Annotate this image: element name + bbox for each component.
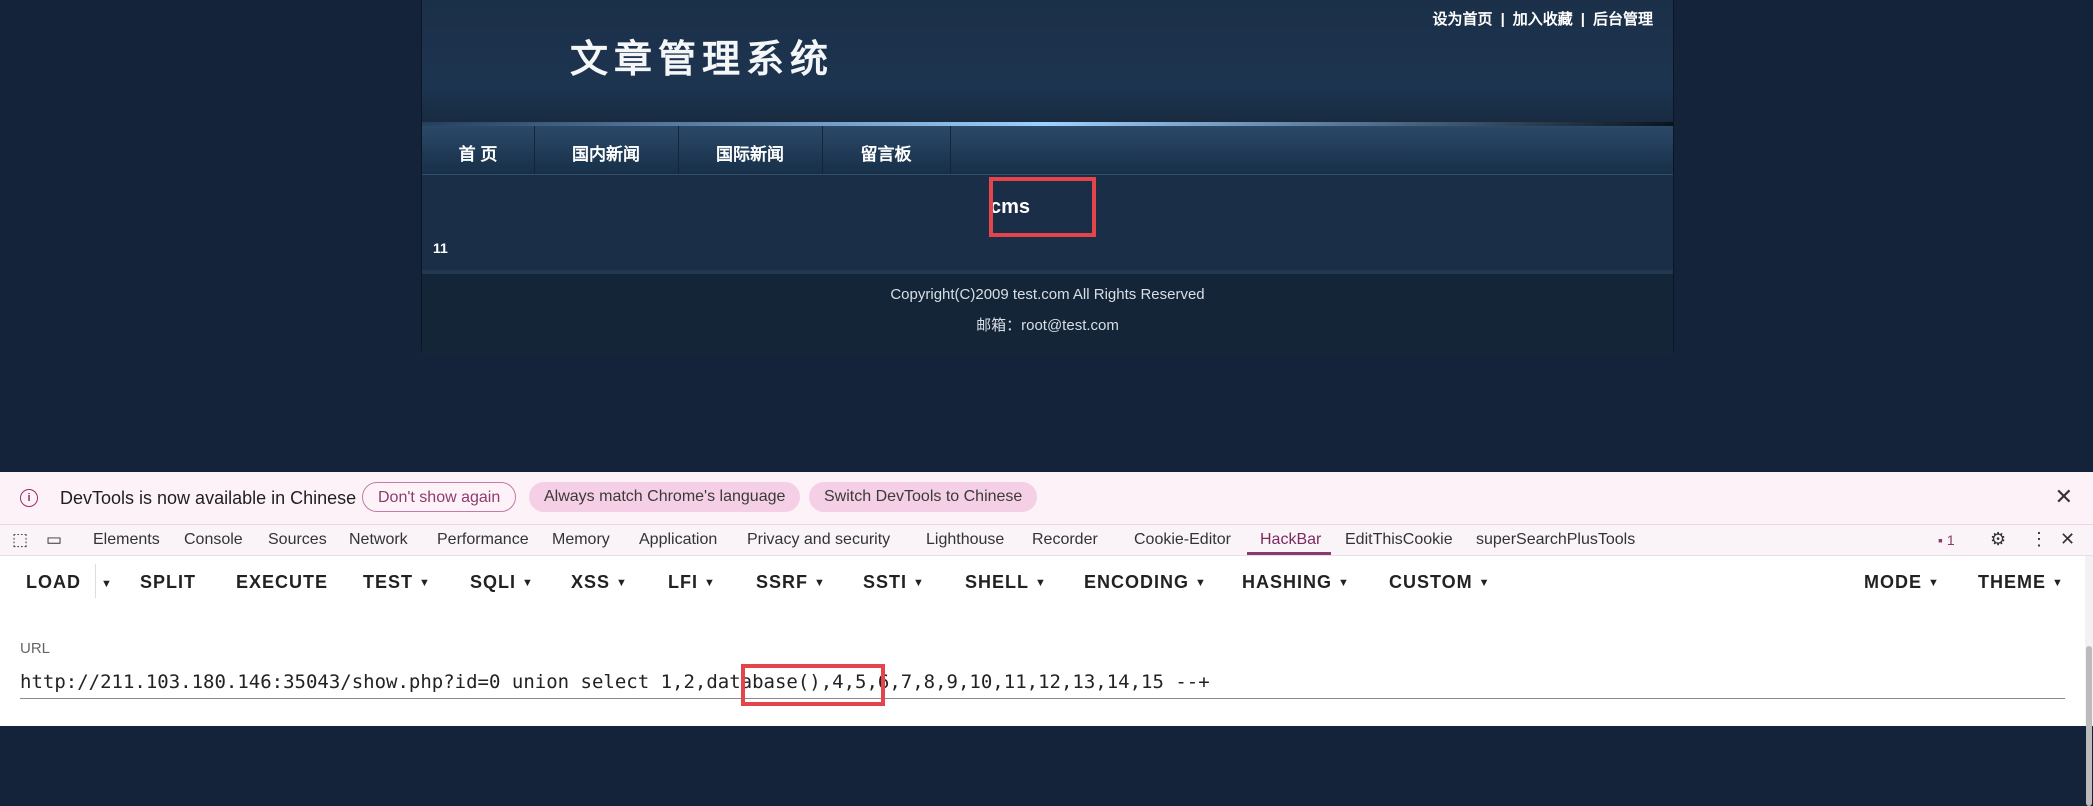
website-container: 文章管理系统 设为首页 | 加入收藏 | 后台管理 首 页 国内新闻 国际新闻 留言板 … [421, 0, 1674, 355]
custom-menu-label: CUSTOM [1389, 572, 1473, 592]
footer-email: 邮箱：root@test.com [976, 317, 1119, 334]
ssrf-menu-label: SSRF [756, 572, 809, 592]
add-favorite-link[interactable]: 加入收藏 [1513, 11, 1573, 28]
article-body: 11 [433, 240, 448, 256]
nav-international-news[interactable]: 国际新闻 [678, 126, 823, 174]
tab-recorder[interactable]: Recorder [1032, 531, 1098, 549]
caret-down-icon: ▼ [814, 577, 826, 589]
device-toolbar-icon[interactable]: ▭ [46, 530, 62, 550]
hashing-menu[interactable]: HASHING ▼ [1242, 572, 1350, 593]
tab-performance[interactable]: Performance [437, 531, 529, 549]
dont-show-again-button[interactable]: Don't show again [362, 482, 517, 512]
nav-domestic-news[interactable]: 国内新闻 [534, 126, 679, 174]
theme-menu[interactable]: THEME ▼ [1978, 572, 2064, 593]
top-links: 设为首页 | 加入收藏 | 后台管理 [1432, 11, 1653, 28]
shell-menu[interactable]: SHELL ▼ [965, 572, 1047, 593]
tab-network[interactable]: Network [349, 531, 408, 549]
tab-sources[interactable]: Sources [268, 531, 327, 549]
encoding-menu[interactable]: ENCODING ▼ [1084, 572, 1207, 593]
caret-down-icon: ▼ [616, 577, 628, 589]
main-nav: 首 页 国内新闻 国际新闻 留言板 [422, 126, 1673, 175]
caret-down-icon: ▼ [704, 577, 716, 589]
set-homepage-link[interactable]: 设为首页 [1433, 11, 1493, 28]
hackbar-toolbar: LOAD ▼ SPLIT EXECUTE TEST ▼ SQLI ▼ XSS ▼ LF… [0, 556, 2093, 606]
load-divider [95, 564, 96, 598]
switch-to-chinese-button[interactable]: Switch DevTools to Chinese [809, 482, 1038, 512]
ssrf-menu[interactable]: SSRF ▼ [756, 572, 826, 593]
sqli-menu[interactable]: SQLI ▼ [470, 572, 534, 593]
ssti-menu[interactable]: SSTI ▼ [863, 572, 925, 593]
tab-cookie-editor[interactable]: Cookie-Editor [1134, 531, 1231, 549]
infobar-message: DevTools is now available in Chinese [60, 488, 357, 508]
devtools-tabbar: ⬚ ▭ Elements Console Sources Network Per… [0, 525, 2093, 556]
tab-application[interactable]: Application [639, 531, 717, 549]
mode-menu[interactable]: MODE ▼ [1864, 572, 1940, 593]
caret-down-icon: ▼ [1928, 577, 1940, 589]
highlight-box-database [741, 664, 885, 706]
hackbar-scrollbar[interactable] [2085, 556, 2093, 806]
test-menu-label: TEST [363, 572, 414, 592]
caret-down-icon: ▼ [913, 577, 925, 589]
shell-menu-label: SHELL [965, 572, 1030, 592]
theme-menu-label: THEME [1978, 572, 2046, 592]
site-logo: 文章管理系统 [570, 36, 835, 81]
nav-guestbook[interactable]: 留言板 [822, 126, 951, 174]
site-header: 文章管理系统 设为首页 | 加入收藏 | 后台管理 [422, 0, 1673, 126]
caret-down-icon: ▼ [1035, 577, 1047, 589]
settings-gear-icon[interactable]: ⚙ [1990, 529, 2006, 550]
caret-down-icon: ▼ [1195, 577, 1207, 589]
sqli-menu-label: SQLI [470, 572, 517, 592]
tab-privacy-security[interactable]: Privacy and security [747, 531, 890, 549]
always-match-language-button[interactable]: Always match Chrome's language [529, 482, 801, 512]
devtools-panel: i DevTools is now available in Chinese D… [0, 472, 2093, 806]
custom-menu[interactable]: CUSTOM ▼ [1389, 572, 1491, 593]
load-button[interactable]: LOAD [26, 572, 81, 593]
tab-memory[interactable]: Memory [552, 531, 610, 549]
tab-lighthouse[interactable]: Lighthouse [926, 531, 1004, 549]
mode-menu-label: MODE [1864, 572, 1922, 592]
caret-down-icon: ▼ [522, 577, 534, 589]
url-input[interactable]: http://211.103.180.146:35043/show.php?id… [20, 668, 2065, 699]
tab-console[interactable]: Console [184, 531, 243, 549]
admin-link[interactable]: 后台管理 [1593, 11, 1653, 28]
more-options-icon[interactable]: ⋮ [2030, 529, 2048, 550]
tab-supersearchplustools[interactable]: superSearchPlusTools [1476, 531, 1635, 549]
url-label: URL [20, 640, 51, 657]
split-button[interactable]: SPLIT [140, 572, 196, 593]
ssti-menu-label: SSTI [863, 572, 908, 592]
scrollbar-thumb[interactable] [2086, 646, 2092, 806]
close-infobar-icon[interactable]: ✕ [2055, 484, 2073, 510]
lfi-menu-label: LFI [668, 572, 698, 592]
highlight-box-title [989, 177, 1096, 237]
issues-badge[interactable]: ▪ 1 [1938, 532, 1955, 548]
footer-copyright: Copyright(C)2009 test.com All Rights Res… [890, 286, 1205, 303]
issues-count: 1 [1946, 532, 1955, 548]
xss-menu[interactable]: XSS ▼ [571, 572, 628, 593]
lfi-menu[interactable]: LFI ▼ [668, 572, 716, 593]
inspect-element-icon[interactable]: ⬚ [12, 530, 28, 550]
execute-button[interactable]: EXECUTE [236, 572, 328, 593]
active-tab-indicator [1247, 552, 1331, 555]
caret-down-icon: ▼ [2052, 577, 2064, 589]
caret-down-icon: ▼ [1338, 577, 1350, 589]
caret-down-icon: ▼ [1478, 577, 1491, 589]
xss-menu-label: XSS [571, 572, 611, 592]
tab-editthiscookie[interactable]: EditThisCookie [1345, 531, 1453, 549]
nav-home[interactable]: 首 页 [422, 126, 535, 174]
test-menu[interactable]: TEST ▼ [363, 572, 431, 593]
encoding-menu-label: ENCODING [1084, 572, 1190, 592]
language-infobar: i DevTools is now available in Chinese D… [0, 472, 2093, 525]
tab-hackbar[interactable]: HackBar [1260, 531, 1321, 549]
caret-down-icon: ▼ [419, 577, 431, 589]
hashing-menu-label: HASHING [1242, 572, 1333, 592]
close-devtools-icon[interactable]: ✕ [2060, 529, 2075, 550]
site-footer: Copyright(C)2009 test.com All Rights Res… [422, 270, 1673, 355]
tab-elements[interactable]: Elements [93, 531, 160, 549]
load-dropdown-icon[interactable]: ▼ [101, 578, 113, 590]
info-icon: i [20, 489, 38, 507]
